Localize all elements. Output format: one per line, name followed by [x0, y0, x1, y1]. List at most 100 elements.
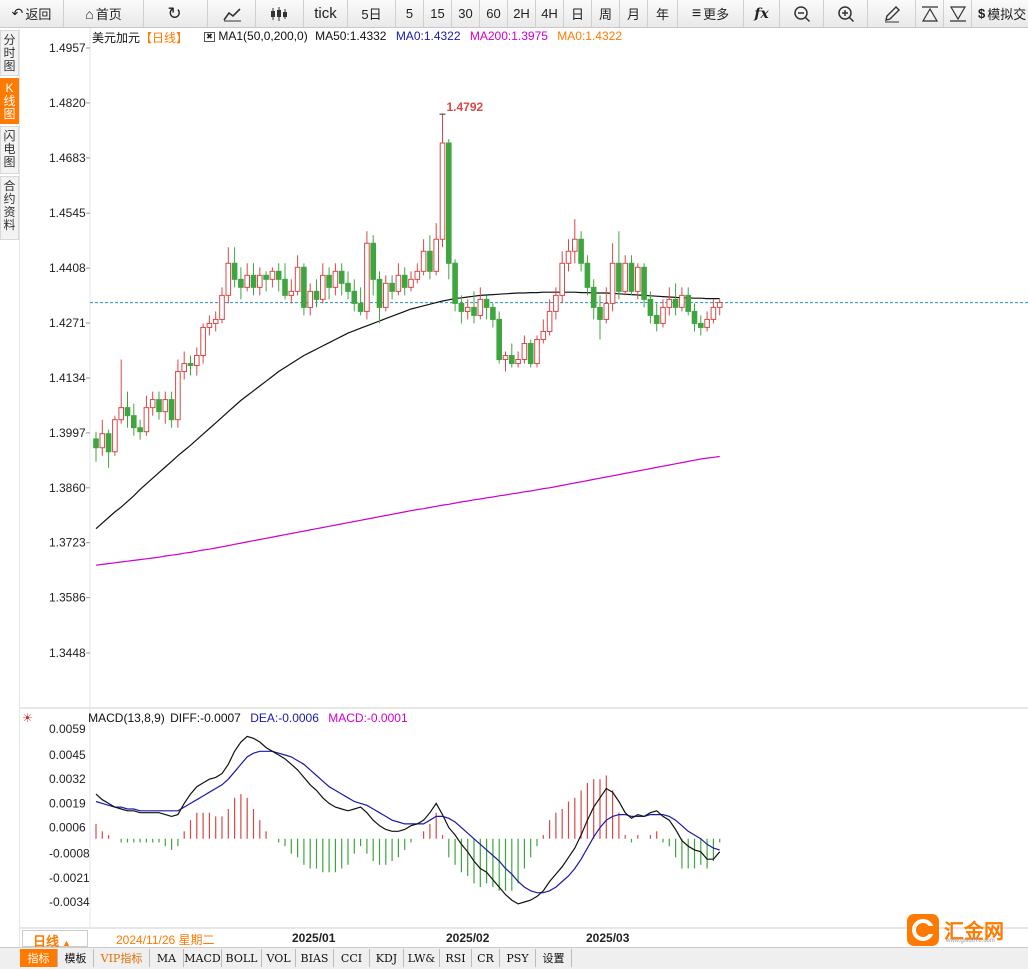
period-indicator[interactable]: 日线 ▲ [22, 930, 88, 949]
chart-canvas[interactable]: 1.4957 1.4820 1.4683 1.4545 1.4408 1.4271 1.41… [0, 0, 1028, 969]
indicator-tab[interactable]: PSY [500, 949, 536, 967]
macd-tick-label: 0.0045 [49, 748, 86, 762]
ma-settings-icon[interactable]: ✖ [204, 31, 215, 42]
candle-body [137, 427, 143, 433]
diff-line [95, 735, 721, 905]
candle-body [609, 262, 616, 304]
ma-settings-label: MA1(50,0,200,0) [218, 29, 308, 43]
candle-body [490, 306, 496, 320]
ma50-value: MA50:1.4332 [315, 29, 387, 43]
month-label-jan: 2025/01 [292, 931, 336, 945]
candle-body [162, 399, 169, 413]
candle-body [471, 306, 477, 316]
candle-body [477, 298, 484, 316]
indicator-tab[interactable]: BOLL [222, 949, 262, 967]
candle-body [238, 278, 244, 288]
candle-body [408, 278, 414, 288]
cursor-date: 2024/11/26 星期二 [116, 933, 215, 947]
candle-body [647, 298, 654, 316]
candle-body [509, 355, 515, 365]
candle-body [622, 262, 629, 292]
y-tick-label: 1.4545 [49, 206, 86, 220]
candle-body [187, 363, 194, 367]
macd-tick-label: 0.0032 [49, 772, 86, 786]
candle-body [206, 322, 213, 328]
candle-body [546, 310, 553, 332]
candle-body [553, 294, 559, 312]
ma200-line [95, 455, 720, 566]
candle-body [515, 359, 521, 365]
ma-legend: ✖ MA1(50,0,200,0) MA50:1.4332 MA0:1.4322… [204, 29, 622, 43]
candle-body [464, 306, 471, 312]
ma50-line [95, 291, 720, 530]
macd-chart [95, 735, 721, 905]
candle-body [345, 282, 351, 292]
candle-body [332, 270, 339, 288]
candle-body [452, 262, 458, 304]
indicator-tab[interactable]: KDJ [370, 949, 404, 967]
candle-body [93, 438, 99, 449]
grid-layer [20, 28, 1028, 929]
indicator-tab[interactable]: VOL [262, 949, 296, 967]
candle-body [307, 290, 313, 308]
indicator-tab[interactable]: LW& [404, 949, 440, 967]
indicator-tab[interactable]: CR [472, 949, 500, 967]
candle-body [294, 266, 301, 292]
indicator-tab[interactable]: RSI [440, 949, 472, 967]
y-tick-label: 1.4683 [49, 151, 86, 165]
candle-body [716, 302, 723, 308]
y-tick-label: 1.3723 [49, 536, 86, 550]
candle-body [420, 250, 427, 272]
candle-body [225, 262, 232, 296]
indicator-tab[interactable]: 模板 [58, 949, 94, 967]
candle-body [124, 407, 131, 417]
candle-body [641, 266, 647, 300]
ma0-value-2: MA0:1.4322 [557, 29, 622, 43]
candle-body [357, 302, 364, 312]
candle-body [534, 338, 540, 365]
candle-body [578, 238, 584, 264]
macd-settings-icon[interactable]: ☀ [22, 711, 33, 725]
indicator-tab[interactable]: BIAS [296, 949, 334, 967]
candle-body [414, 270, 421, 280]
candle-body [219, 294, 225, 320]
ma200-value: MA200:1.3975 [469, 29, 548, 43]
candle-body [351, 290, 358, 304]
candle-body [105, 433, 112, 453]
y-tick-label: 1.4957 [49, 41, 86, 55]
indicator-tab[interactable]: MACD [184, 949, 222, 967]
indicator-tab[interactable]: 设置 [536, 949, 572, 967]
candle-body [559, 262, 566, 296]
indicator-tab-bar: 指标 模板 VIP指标 MA MACD BOLL VOL BIAS CCI KDJ LW& RSI CR… [0, 947, 1028, 969]
indicator-tab[interactable]: 指标 [20, 949, 58, 967]
y-tick-label: 1.4271 [49, 316, 86, 330]
macd-tick-label: -0.0034 [49, 895, 90, 909]
candle-body [439, 142, 446, 240]
candle-body [370, 242, 376, 280]
candle-body [496, 318, 502, 361]
month-label-mar: 2025/03 [586, 931, 630, 945]
candle-body [275, 270, 282, 280]
candle-body [118, 407, 125, 421]
period-badge: 【日线】 [140, 31, 189, 45]
candle-body [269, 270, 276, 280]
candle-body [635, 266, 641, 292]
candle-body [395, 274, 402, 292]
candle-body [691, 310, 698, 324]
candle-body [565, 250, 572, 264]
macd-tick-label: -0.0008 [49, 847, 90, 861]
candle-body [156, 399, 162, 413]
candle-body [376, 278, 383, 308]
symbol-name: 美元加元 [92, 31, 141, 45]
candle-body [660, 306, 666, 324]
candle-body [446, 142, 452, 264]
indicator-tab[interactable]: CCI [334, 949, 370, 967]
candle-body [112, 419, 118, 453]
indicator-tab[interactable]: MA [150, 949, 184, 967]
candle-body [685, 294, 692, 312]
candle-body [521, 342, 528, 361]
candle-body [301, 266, 307, 308]
candle-body [200, 326, 206, 357]
candle-body [590, 286, 597, 308]
indicator-tab[interactable]: VIP指标 [94, 949, 150, 967]
